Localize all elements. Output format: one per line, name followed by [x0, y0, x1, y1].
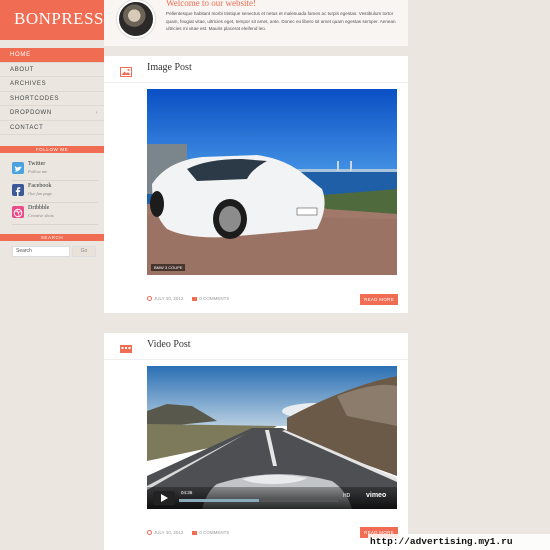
nav-item-shortcodes[interactable]: SHORTCODES — [0, 92, 104, 106]
logo-box[interactable]: BONPRESS — [0, 0, 104, 40]
twitter-sub: Follow me — [28, 169, 48, 174]
play-icon[interactable] — [153, 491, 175, 505]
nav-item-contact[interactable]: CONTACT — [0, 121, 104, 135]
search-heading: SEARCH — [0, 234, 104, 241]
follow-heading: FOLLOW ME — [0, 146, 104, 153]
sidebar: BONPRESS HOME ABOUT ARCHIVES SHORTCODES … — [0, 0, 104, 550]
main-nav: HOME ABOUT ARCHIVES SHORTCODES DROPDOWN ›… — [0, 48, 104, 135]
welcome-box: Welcome to our website! Pellentesque hab… — [104, 0, 408, 46]
read-more-button[interactable]: READ MORE — [360, 294, 398, 305]
search-button[interactable]: Go — [72, 246, 96, 257]
dribbble-sub: Creative shots — [28, 213, 54, 218]
main-content: Welcome to our website! Pellentesque hab… — [104, 0, 408, 550]
facebook-sub: Our fan page — [28, 191, 52, 196]
vimeo-logo[interactable]: vimeo — [366, 492, 386, 499]
nav-item-dropdown[interactable]: DROPDOWN › — [0, 106, 104, 121]
welcome-title: Welcome to our website! — [166, 0, 256, 8]
search-input[interactable]: Search — [12, 246, 70, 257]
twitter-name: Twitter — [28, 161, 46, 167]
clock-icon — [147, 530, 152, 536]
facebook-icon — [12, 184, 24, 197]
comment-icon — [192, 296, 198, 301]
player-controls: 04:36 HD vimeo — [147, 487, 397, 509]
divider — [104, 313, 408, 333]
site-logo[interactable]: BONPRESS — [14, 9, 104, 29]
twitter-link[interactable]: Twitter Follow me — [12, 159, 98, 181]
dribbble-icon — [12, 206, 24, 218]
post-header: Image Post — [104, 56, 408, 83]
watermark: http://advertising.my1.ru — [368, 534, 550, 550]
chevron-right-icon: › — [95, 110, 98, 116]
image-icon — [120, 64, 132, 77]
nav-item-about[interactable]: ABOUT — [0, 63, 104, 77]
nav-item-home[interactable]: HOME — [0, 48, 104, 63]
post-date: JULY 30, 2012 — [154, 296, 184, 301]
post-title[interactable]: Image Post — [147, 62, 192, 73]
image-caption: BMW 3 COUPE — [151, 264, 186, 271]
post-meta: JULY 30, 2012 0 COMMENTS — [147, 530, 229, 536]
post-date: JULY 30, 2012 — [154, 530, 184, 535]
hd-toggle[interactable]: HD — [343, 493, 350, 499]
video-icon — [120, 341, 132, 353]
progress-fill — [179, 499, 259, 502]
nav-item-archives[interactable]: ARCHIVES — [0, 77, 104, 92]
video-time: 04:36 — [179, 490, 195, 495]
divider — [104, 46, 408, 56]
avatar — [117, 0, 155, 38]
facebook-link[interactable]: Facebook Our fan page — [12, 181, 98, 203]
post-comments[interactable]: 0 COMMENTS — [199, 530, 229, 535]
twitter-icon — [12, 162, 24, 174]
post-image[interactable]: BMW 3 COUPE — [147, 89, 397, 275]
post-header: Video Post — [104, 333, 408, 360]
dribbble-name: Dribbble — [28, 205, 50, 211]
progress-bar[interactable] — [179, 499, 339, 502]
post-title[interactable]: Video Post — [147, 339, 191, 350]
clock-icon — [147, 296, 152, 302]
facebook-name: Facebook — [28, 183, 52, 189]
welcome-text: Pellentesque habitant morbi tristique se… — [166, 11, 396, 31]
video-player[interactable]: 04:36 HD vimeo — [147, 366, 397, 509]
post-comments[interactable]: 0 COMMENTS — [199, 296, 229, 301]
dribbble-link[interactable]: Dribbble Creative shots — [12, 203, 98, 225]
comment-icon — [192, 530, 198, 535]
post-meta: JULY 30, 2012 0 COMMENTS — [147, 296, 229, 302]
